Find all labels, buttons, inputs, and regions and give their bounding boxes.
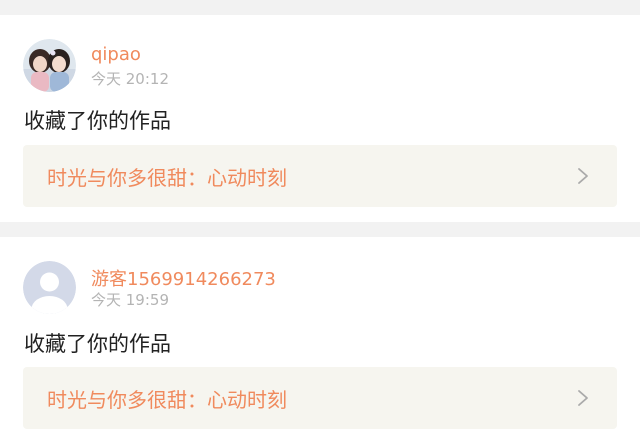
work-link[interactable]: 时光与你多很甜：心动时刻 <box>23 145 617 207</box>
user-avatar[interactable] <box>23 261 76 314</box>
action-text: 收藏了你的作品 <box>24 332 171 356</box>
username[interactable]: qipao <box>91 44 141 65</box>
work-link[interactable]: 时光与你多很甜：心动时刻 <box>23 367 617 429</box>
default-avatar-icon <box>23 261 76 314</box>
notification-card: 游客1569914266273 今天 19:59 收藏了你的作品 时光与你多很甜… <box>0 237 640 446</box>
timestamp: 今天 19:59 <box>91 291 169 309</box>
username[interactable]: 游客1569914266273 <box>91 265 276 291</box>
notification-card: qipao 今天 20:12 收藏了你的作品 时光与你多很甜：心动时刻 <box>0 15 640 222</box>
work-title: 时光与你多很甜：心动时刻 <box>47 166 287 190</box>
work-title: 时光与你多很甜：心动时刻 <box>47 388 287 412</box>
chevron-right-icon <box>578 390 588 406</box>
user-avatar[interactable] <box>23 39 76 92</box>
action-text: 收藏了你的作品 <box>24 109 171 133</box>
photo-avatar-image <box>23 39 76 92</box>
chevron-right-icon <box>578 168 588 184</box>
notification-feed: qipao 今天 20:12 收藏了你的作品 时光与你多很甜：心动时刻 游客15… <box>0 0 640 446</box>
timestamp: 今天 20:12 <box>91 70 169 88</box>
